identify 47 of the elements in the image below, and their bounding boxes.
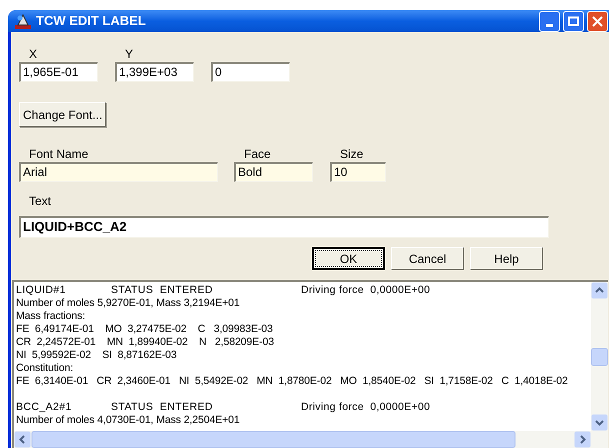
output-line: CR 2,24572E-01 MN 1,89940E-02 N 2,58209E-03	[16, 336, 274, 348]
minimize-button[interactable]	[539, 10, 560, 32]
input-field[interactable]: 0	[211, 62, 290, 82]
output-line: FE 6,49174E-01 MO 3,27475E-02 C 3,09983E-03	[16, 323, 273, 335]
horizontal-scrollbar[interactable]	[14, 431, 608, 448]
change-font-button[interactable]: Change Font...	[19, 102, 106, 127]
scroll-down-icon	[591, 414, 608, 431]
maximize-button[interactable]	[563, 10, 584, 32]
input-field[interactable]: Arial	[19, 162, 218, 182]
close-icon	[592, 16, 603, 26]
field-label: Y	[125, 47, 134, 62]
driving-force: Driving force 0,0000E+00	[301, 284, 430, 297]
phase-name: LIQUID#1	[16, 284, 67, 297]
output-line: Number of moles 4,0730E-01, Mass 2,2504E+01	[16, 414, 240, 426]
output-line: Constitution:	[16, 362, 74, 374]
field-label: Face	[244, 147, 272, 162]
field-label: Text	[29, 194, 52, 209]
output-line: FE 6,3140E-01 CR 2,3460E-01 NI 5,5492E-02 MN 1,8780E-02 MO 1,8540E-02 SI 1,7158E-02 C 1,4018E-02	[16, 375, 568, 387]
input-field[interactable]: 10	[330, 162, 386, 182]
text-field[interactable]: LIQUID+BCC_A2	[19, 216, 549, 238]
scroll-left-icon	[14, 431, 31, 448]
output-line: Mass fractions:	[16, 310, 86, 322]
dialog-button[interactable]: Help	[470, 247, 543, 270]
input-field[interactable]: Bold	[234, 162, 313, 182]
input-field[interactable]: 1,965E-01	[19, 62, 98, 82]
dialog-button[interactable]: Cancel	[391, 247, 464, 270]
app-icon	[14, 12, 32, 30]
scroll-thumb[interactable]	[31, 431, 516, 448]
field-label: X	[29, 47, 38, 62]
field-label: Size	[340, 147, 364, 162]
driving-force: Driving force 0,0000E+00	[301, 401, 430, 414]
phase-name: BCC_A2#1	[16, 401, 73, 414]
scroll-thumb[interactable]	[591, 348, 608, 366]
window-title: TCW EDIT LABEL	[36, 12, 146, 30]
input-field[interactable]: 1,399E+03	[115, 62, 194, 82]
field-label: Font Name	[29, 147, 90, 162]
scroll-right-icon	[574, 431, 591, 448]
maximize-icon	[568, 16, 579, 26]
output-line: Number of moles 5,9270E-01, Mass 3,2194E+01	[16, 297, 240, 309]
phase-status: STATUS ENTERED	[111, 284, 214, 297]
scroll-up-icon	[591, 282, 608, 299]
minimize-icon	[546, 24, 553, 26]
vertical-scrollbar[interactable]	[591, 282, 608, 431]
output-line: NI 5,99592E-02 SI 8,87162E-03	[16, 349, 177, 361]
dialog-button[interactable]: OK	[312, 247, 385, 270]
phase-status: STATUS ENTERED	[111, 401, 214, 414]
close-button[interactable]	[587, 10, 608, 32]
